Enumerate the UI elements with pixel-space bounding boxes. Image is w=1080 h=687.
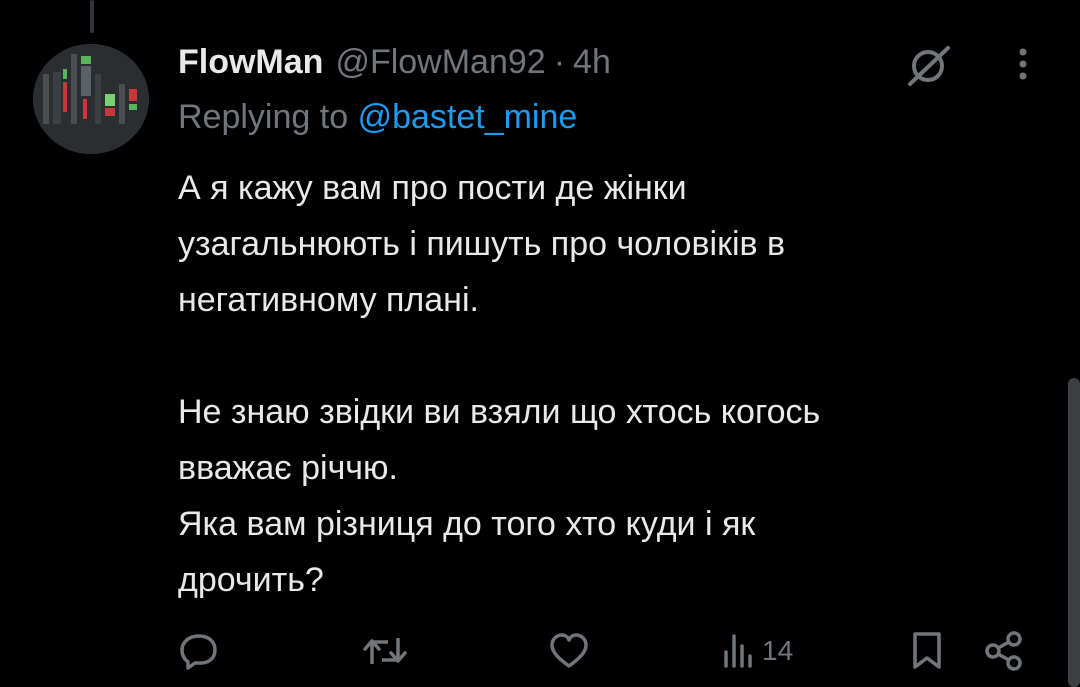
share-button[interactable] — [984, 630, 1026, 672]
reply-button[interactable] — [178, 630, 220, 672]
tweet-header: FlowMan @FlowMan92 · 4h — [178, 40, 611, 84]
tweet-line: негативному плані. — [178, 281, 479, 319]
replying-to-mention[interactable]: @bastet_mine — [358, 98, 578, 136]
tweet-line: А я кажу вам про пости де жінки — [178, 169, 687, 207]
tweet-line: узагальнюють і пишуть про чоловіків в — [178, 225, 786, 263]
separator-dot: · — [553, 42, 566, 81]
tweet-text: А я кажу вам про пости де жінки узагальн… — [178, 160, 1038, 608]
retweet-button[interactable] — [362, 630, 408, 672]
replying-to-label: Replying to — [178, 98, 349, 136]
tweet-line: дрочить? — [178, 561, 324, 599]
share-icon — [985, 631, 1022, 671]
user-handle[interactable]: @FlowMan92 — [335, 43, 545, 82]
bookmark-button[interactable] — [910, 630, 944, 672]
views-count: 14 — [762, 635, 794, 666]
reply-icon — [180, 634, 217, 670]
action-bar: 14 — [0, 620, 1080, 680]
thread-connector-line — [90, 0, 94, 33]
grok-icon[interactable] — [904, 44, 954, 88]
views-icon — [724, 634, 752, 668]
tweet-line: Не знаю звідки ви взяли що хтось когось — [178, 393, 821, 431]
bookmark-icon — [913, 632, 941, 669]
avatar[interactable] — [33, 44, 149, 154]
avatar-image — [33, 44, 149, 154]
retweet-icon — [363, 638, 407, 664]
views-button[interactable]: 14 — [722, 630, 793, 672]
display-name[interactable]: FlowMan — [178, 43, 323, 82]
tweet-line: вважає річчю. — [178, 449, 398, 487]
more-icon[interactable] — [1008, 44, 1038, 84]
tweet-line: Яка вам різниця до того хто куди і як — [178, 505, 756, 543]
like-button[interactable] — [548, 630, 590, 672]
timestamp[interactable]: 4h — [573, 43, 611, 82]
replying-to: Replying to @bastet_mine — [178, 98, 577, 137]
heart-icon — [550, 633, 588, 668]
